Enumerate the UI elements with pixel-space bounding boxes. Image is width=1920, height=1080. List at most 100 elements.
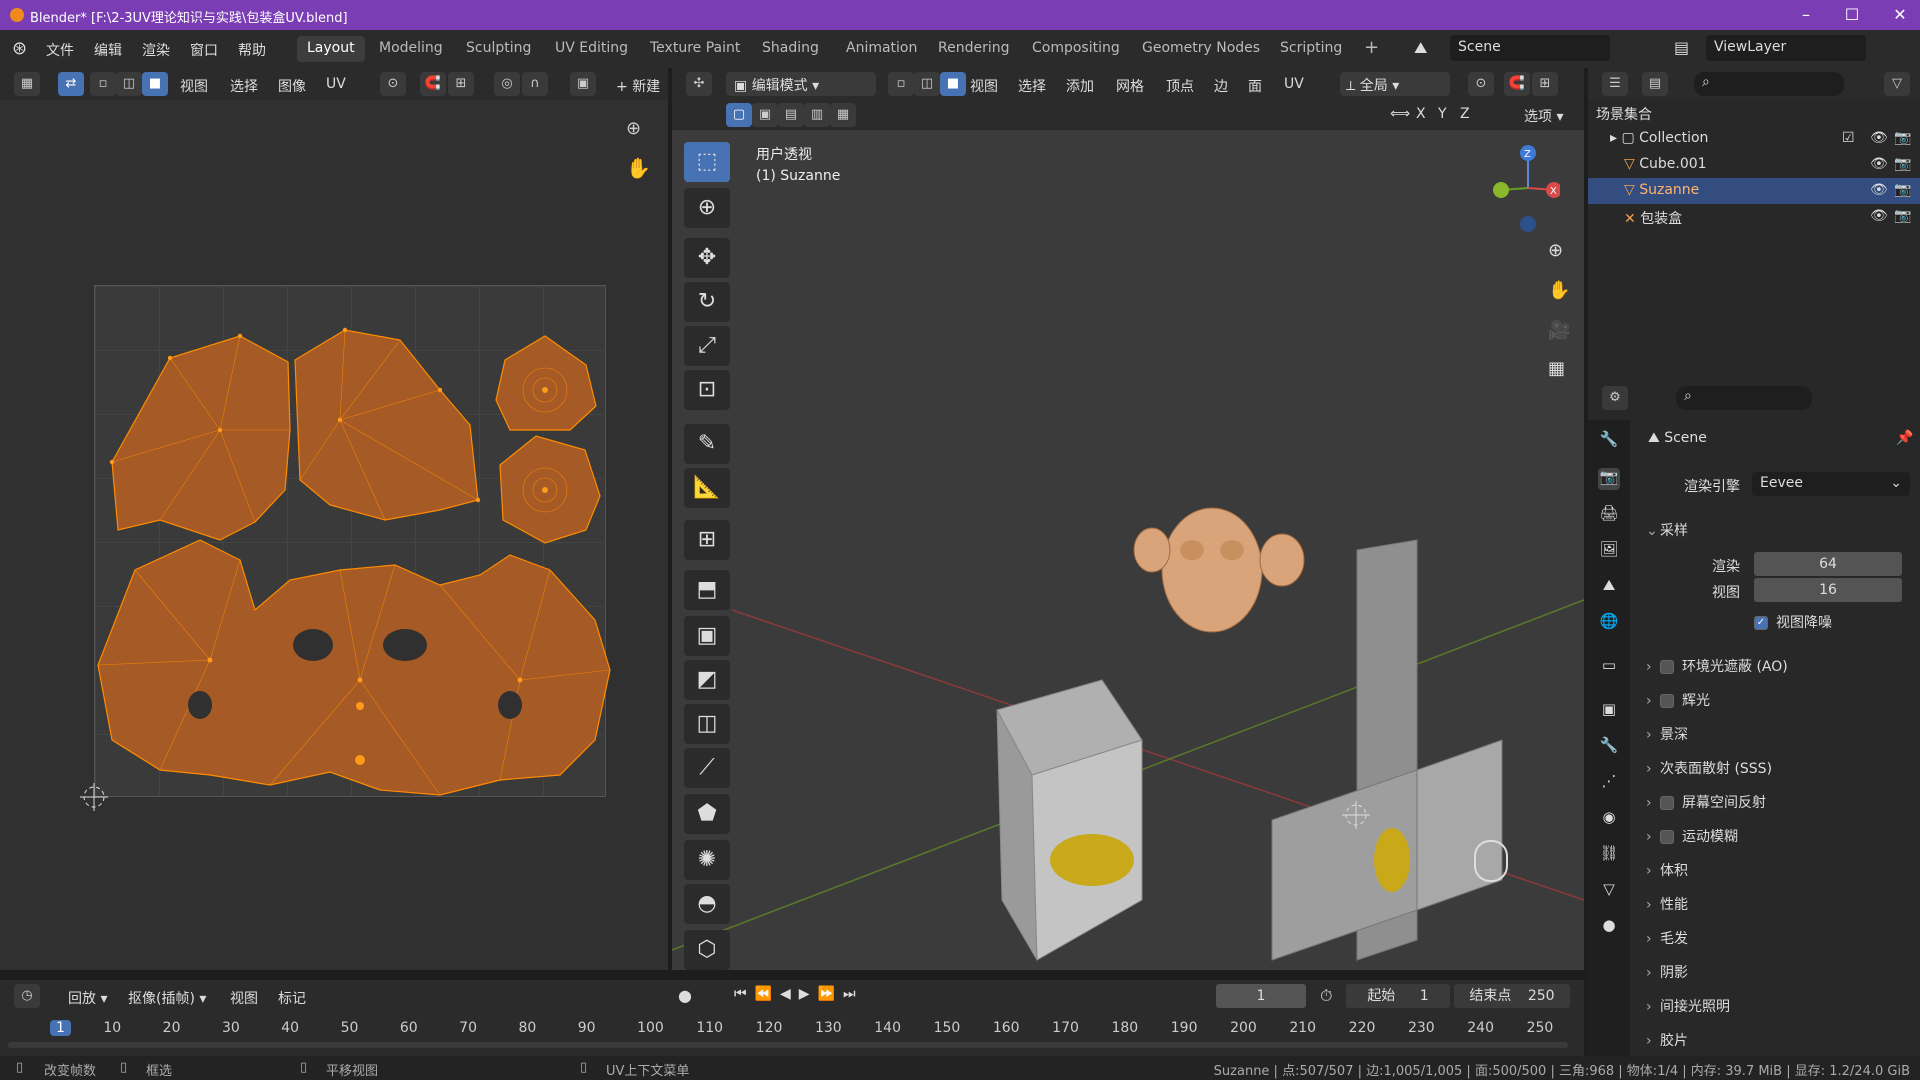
measure-tool[interactable]: 📐 bbox=[684, 468, 730, 508]
menu-file[interactable]: 文件 bbox=[46, 40, 74, 60]
scene-selector[interactable]: Scene bbox=[1450, 35, 1610, 61]
uv-island[interactable] bbox=[495, 335, 597, 431]
uv-island[interactable] bbox=[97, 539, 611, 796]
section-sampling[interactable]: ⌄ 采样 bbox=[1638, 514, 1908, 544]
section-film[interactable]: › 胶片 bbox=[1638, 1024, 1908, 1054]
section-checkbox[interactable] bbox=[1660, 830, 1674, 844]
tab-compositing[interactable]: Compositing bbox=[1022, 36, 1130, 62]
section-dof[interactable]: › 景深 bbox=[1638, 718, 1908, 748]
tab-scripting[interactable]: Scripting bbox=[1270, 36, 1352, 62]
vp-face-mode-icon[interactable]: ■ bbox=[940, 72, 966, 96]
outliner-row-box[interactable]: ✕ 包装盒 👁 📷 bbox=[1588, 204, 1920, 230]
select-subtract-icon[interactable]: ▤ bbox=[778, 103, 804, 127]
add-cube-tool[interactable]: ⊞ bbox=[684, 520, 730, 560]
world-tab-icon[interactable]: 🌐 bbox=[1598, 612, 1620, 634]
section-ssr[interactable]: › 屏幕空间反射 bbox=[1638, 786, 1908, 816]
timer-icon[interactable]: ⏱ bbox=[1320, 986, 1332, 1006]
properties-search-input[interactable]: ⌕ bbox=[1676, 386, 1812, 410]
timeline-view-menu[interactable]: 视图 bbox=[230, 988, 258, 1008]
tab-animation[interactable]: Animation bbox=[836, 36, 927, 62]
data-tab-icon[interactable]: ▽ bbox=[1598, 880, 1620, 902]
mirror-y[interactable]: Y bbox=[1438, 106, 1447, 122]
edge-select-icon[interactable]: ◫ bbox=[116, 72, 142, 96]
proportional-edit-icon[interactable]: ◎ bbox=[494, 72, 520, 96]
uv-islands[interactable] bbox=[0, 100, 668, 970]
mirror-icon[interactable]: ⟺ bbox=[1390, 106, 1410, 122]
render-camera-icon[interactable]: 📷 bbox=[1894, 182, 1911, 198]
vp-menu-face[interactable]: 面 bbox=[1248, 76, 1262, 96]
tab-geometry-nodes[interactable]: Geometry Nodes bbox=[1132, 36, 1270, 62]
vp-menu-vertex[interactable]: 顶点 bbox=[1166, 76, 1194, 96]
output-tab-icon[interactable]: 🖨 bbox=[1598, 504, 1620, 526]
filter-icon[interactable]: ▽ bbox=[1884, 72, 1910, 96]
transform-tool[interactable]: ⊡ bbox=[684, 370, 730, 410]
uv-menu-uv[interactable]: UV bbox=[326, 76, 346, 92]
view-layer-selector[interactable]: ViewLayer bbox=[1706, 35, 1866, 61]
material-tab-icon[interactable]: ● bbox=[1598, 916, 1620, 938]
pivot-icon[interactable]: ⊙ bbox=[380, 72, 406, 96]
collection-tab-icon[interactable]: ▭ bbox=[1598, 656, 1620, 678]
2d-cursor-icon[interactable] bbox=[80, 783, 108, 811]
menu-edit[interactable]: 编辑 bbox=[94, 40, 122, 60]
section-ao[interactable]: › 环境光遮蔽 (AO) bbox=[1638, 650, 1908, 680]
visibility-eye-icon[interactable]: 👁 bbox=[1870, 156, 1888, 172]
annotate-tool[interactable]: ✎ bbox=[684, 424, 730, 464]
auto-keying-icon[interactable]: ● bbox=[678, 986, 692, 1005]
poly-build-tool[interactable]: ⬟ bbox=[684, 794, 730, 834]
menu-render[interactable]: 渲染 bbox=[142, 40, 170, 60]
move-tool[interactable]: ✥ bbox=[684, 238, 730, 278]
knife-tool[interactable]: ⟋ bbox=[684, 748, 730, 788]
suzanne-mesh[interactable] bbox=[1133, 507, 1305, 633]
uv-island[interactable] bbox=[499, 435, 601, 544]
menu-window[interactable]: 窗口 bbox=[190, 40, 218, 60]
falloff-icon[interactable]: ∩ bbox=[522, 72, 548, 96]
section-checkbox[interactable] bbox=[1660, 694, 1674, 708]
uv-sync-icon[interactable]: ⇄ bbox=[58, 72, 84, 96]
properties-editor-type-icon[interactable]: ⚙ bbox=[1602, 386, 1628, 410]
outliner-row-cube[interactable]: ▽ Cube.001 👁 📷 bbox=[1588, 152, 1920, 178]
select-extend-icon[interactable]: ▣ bbox=[752, 103, 778, 127]
vp-snap-target-icon[interactable]: ⊞ bbox=[1532, 72, 1558, 96]
mirror-z[interactable]: Z bbox=[1460, 106, 1470, 122]
new-image-button[interactable]: + 新建 bbox=[616, 76, 660, 96]
section-checkbox[interactable] bbox=[1660, 796, 1674, 810]
select-intersect-icon[interactable]: ▦ bbox=[830, 103, 856, 127]
section-performance[interactable]: › 性能 bbox=[1638, 888, 1908, 918]
orientation-selector[interactable]: ⟂ 全局 ▾ bbox=[1340, 72, 1450, 96]
timeline[interactable]: ◷ 回放 ▾ 抠像(插帧) ▾ 视图 标记 ● ⏮⏪◀▶⏩⏭ 1 ⏱ 起始 1 … bbox=[0, 980, 1584, 1056]
viewport-samples-field[interactable]: 16 bbox=[1754, 578, 1902, 602]
uv-menu-select[interactable]: 选择 bbox=[230, 76, 258, 96]
playback-menu[interactable]: 回放 ▾ bbox=[68, 988, 107, 1008]
vp-menu-mesh[interactable]: 网格 bbox=[1116, 76, 1144, 96]
collection-checkbox-icon[interactable]: ☑ bbox=[1842, 130, 1855, 146]
scene-tab-icon[interactable]: ⛰ bbox=[1598, 576, 1620, 598]
section-checkbox[interactable] bbox=[1660, 660, 1674, 674]
scale-tool[interactable]: ⤢ bbox=[684, 326, 730, 366]
view-layer-tab-icon[interactable]: 🖼 bbox=[1598, 540, 1620, 562]
uv-island[interactable] bbox=[111, 335, 291, 541]
visibility-eye-icon[interactable]: 👁 bbox=[1870, 182, 1888, 198]
outliner-collection-row[interactable]: ▸ ▢ Collection ☑ 👁 📷 bbox=[1588, 126, 1920, 152]
outliner-search-input[interactable]: ⌕ bbox=[1694, 72, 1844, 96]
modifier-tab-icon[interactable]: 🔧 bbox=[1598, 736, 1620, 758]
add-workspace-icon[interactable]: + bbox=[1354, 33, 1389, 59]
close-icon[interactable]: ✕ bbox=[1890, 5, 1910, 25]
bevel-tool[interactable]: ◩ bbox=[684, 660, 730, 700]
render-engine-dropdown[interactable]: Eevee ⌄ bbox=[1752, 472, 1910, 496]
vp-menu-uv[interactable]: UV bbox=[1284, 76, 1304, 92]
minimize-icon[interactable]: – bbox=[1796, 5, 1816, 25]
section-bloom[interactable]: › 辉光 bbox=[1638, 684, 1908, 714]
tool-tab-icon[interactable]: 🔧 bbox=[1598, 430, 1620, 452]
section-indirect-lighting[interactable]: › 间接光照明 bbox=[1638, 990, 1908, 1020]
display-mode-icon[interactable]: ▤ bbox=[1642, 72, 1668, 96]
uv-menu-image[interactable]: 图像 bbox=[278, 76, 306, 96]
extrude-tool[interactable]: ⬒ bbox=[684, 570, 730, 610]
viewport-zoom-icon[interactable]: ⊕ bbox=[1548, 240, 1563, 261]
outliner-row-suzanne[interactable]: ▽ Suzanne 👁 📷 bbox=[1588, 178, 1920, 204]
viewport-editor-type-icon[interactable]: ✣ bbox=[686, 72, 712, 96]
spin-tool[interactable]: ✺ bbox=[684, 840, 730, 880]
ortho-toggle-icon[interactable]: ▦ bbox=[1548, 358, 1565, 379]
vp-menu-view[interactable]: 视图 bbox=[970, 76, 998, 96]
tab-sculpting[interactable]: Sculpting bbox=[456, 36, 541, 62]
view-layer-icon[interactable]: ▤ bbox=[1674, 38, 1689, 57]
